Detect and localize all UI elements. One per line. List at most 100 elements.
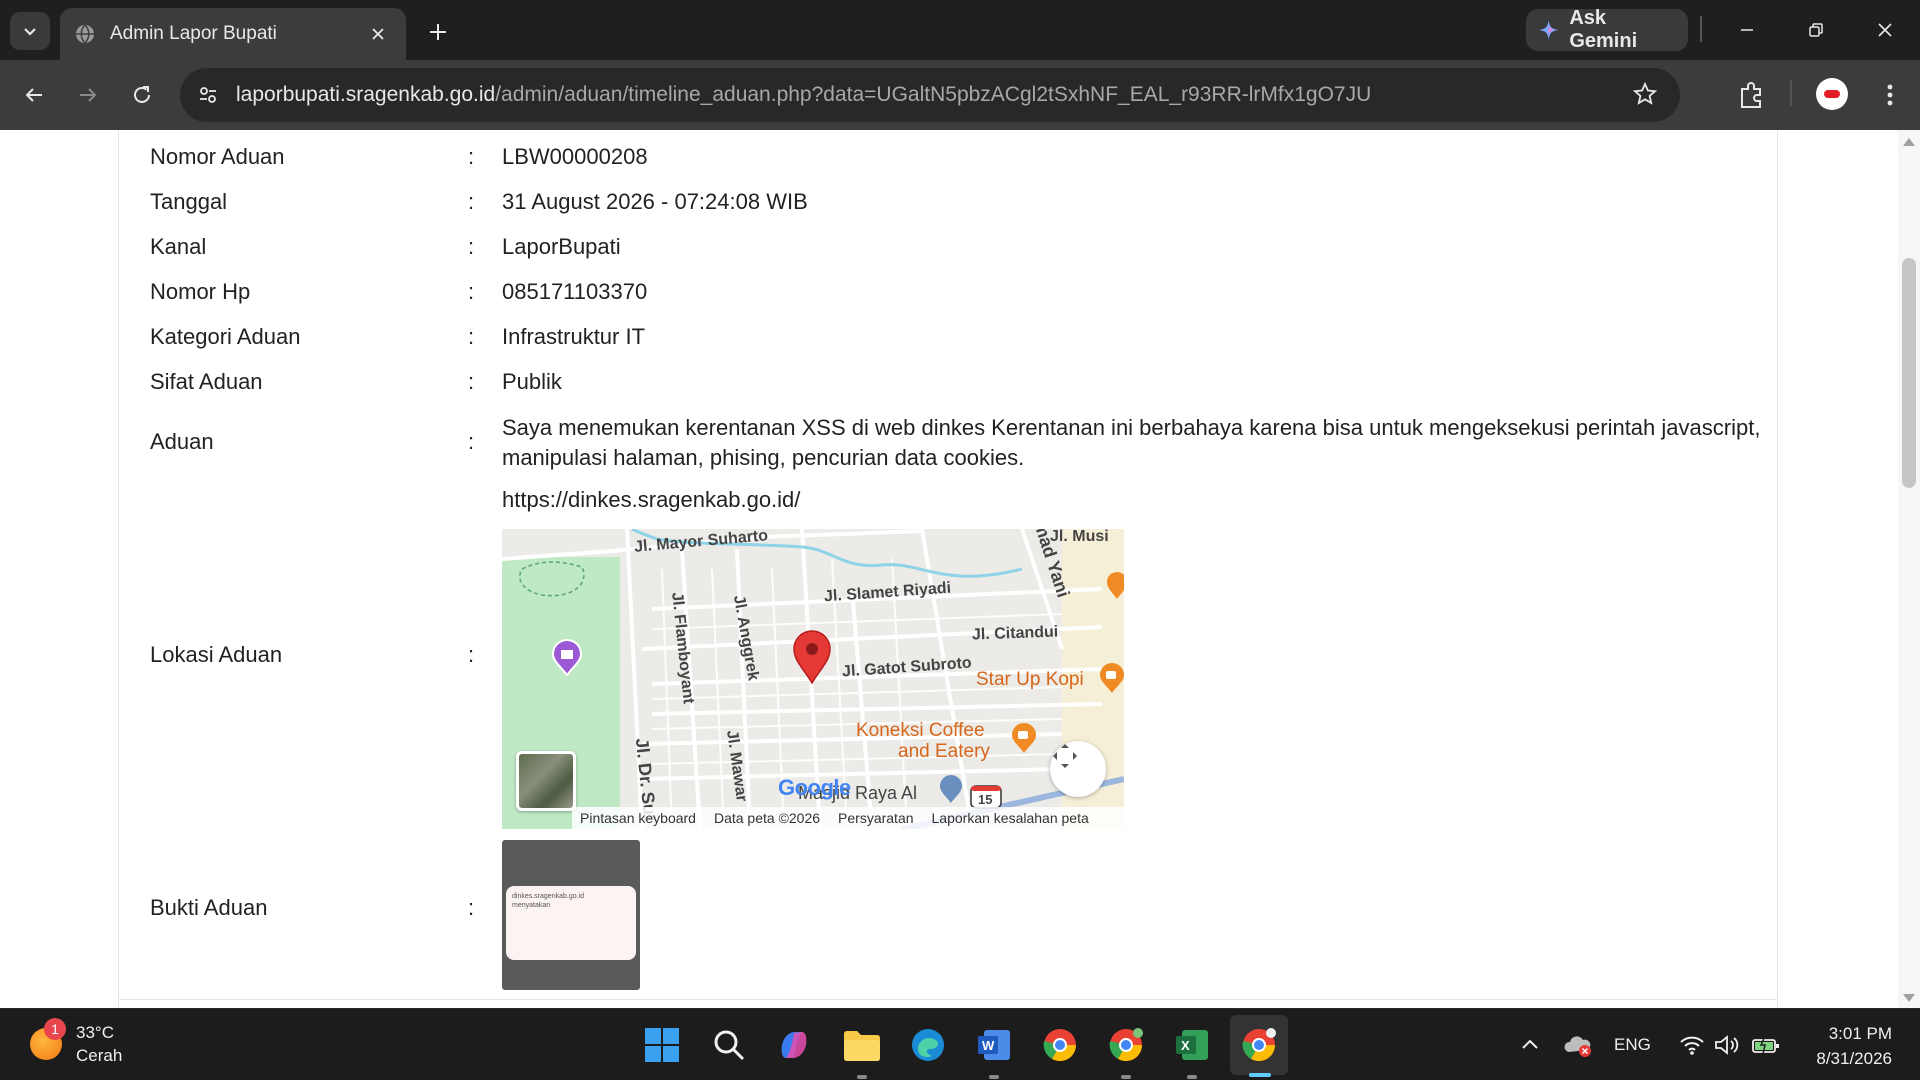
more-vertical-icon [1887,84,1893,106]
minimize-button[interactable] [1724,12,1770,48]
plus-icon [430,24,446,40]
field-label: Aduan [150,429,214,454]
word-button[interactable]: W [972,1023,1016,1067]
evidence-thumbnail[interactable]: dinkes.sragenkab.go.id menyatakan [502,840,640,990]
file-explorer-button[interactable] [840,1023,884,1067]
speaker-icon [1715,1035,1739,1055]
site-info-button[interactable] [180,84,236,106]
cafe-icon[interactable] [1010,723,1038,755]
complaint-link[interactable]: https://dinkes.sragenkab.go.id/ [502,487,800,513]
terms-link[interactable]: Persyaratan [838,810,913,826]
map-footer: Pintasan keyboard Data peta ©2026 Persya… [572,807,1124,829]
edge-button[interactable] [906,1023,950,1067]
location-map[interactable]: Jl. Mayor Suharto Jl. Musi mad Yani Jl. … [502,529,1124,829]
puzzle-icon [1741,82,1761,108]
chrome-profile-button[interactable] [1104,1023,1148,1067]
globe-icon [76,24,94,44]
chrome-button[interactable] [1038,1023,1082,1067]
excel-button[interactable]: X [1170,1023,1214,1067]
windows-taskbar: 1 33°C Cerah W X ENG 3:01 PM 8/31/2026 [0,1008,1920,1080]
cafe-icon[interactable] [1106,571,1124,601]
google-logo: Google [778,775,851,800]
search-button[interactable] [707,1023,751,1067]
chrome-active-button[interactable] [1237,1023,1281,1067]
sun-icon: 1 [30,1018,66,1060]
page-scrollbar[interactable] [1898,130,1920,1008]
route-number: 15 [978,792,993,807]
weather-widget[interactable]: 1 33°C Cerah [30,1018,122,1067]
weather-temperature: 33°C [76,1023,114,1042]
battery-button[interactable] [1744,1023,1788,1067]
field-label: Lokasi Aduan [150,642,283,667]
bookmark-button[interactable] [1632,81,1658,112]
url-text: laporbupati.sragenkab.go.id/admin/aduan/… [236,83,1371,107]
running-indicator [857,1075,867,1079]
evidence-alert-preview: dinkes.sragenkab.go.id menyatakan [506,886,636,960]
poi-label[interactable]: Star Up Kopi [976,669,1084,690]
field-colon: : [468,279,475,304]
reload-icon [134,86,150,103]
copilot-icon [781,1032,807,1058]
forward-button[interactable] [68,75,108,115]
complaint-text: Saya menemukan kerentanan XSS di web din… [502,415,1761,470]
fullscreen-icon [1053,744,1077,768]
field-colon: : [468,234,475,259]
word-icon: W [978,1030,1010,1060]
close-window-button[interactable] [1862,12,1908,48]
clock[interactable]: 3:01 PM 8/31/2026 [1800,1021,1892,1071]
cafe-icon[interactable] [1098,663,1124,695]
reload-button[interactable] [122,75,162,115]
field-colon: : [468,369,475,394]
language-indicator[interactable]: ENG [1614,1035,1651,1055]
onedrive-button[interactable] [1556,1023,1600,1067]
scroll-down-arrow[interactable] [1903,994,1915,1002]
browser-menu-button[interactable] [1870,75,1910,120]
field-colon: : [468,895,475,920]
new-tab-button[interactable] [420,14,456,50]
divider [1790,80,1792,106]
chrome-icon [1043,1029,1076,1062]
start-button[interactable] [640,1023,684,1067]
volume-button[interactable] [1704,1023,1748,1067]
mosque-icon[interactable] [938,775,964,805]
clock-time: 3:01 PM [1828,1024,1892,1043]
arrow-right-icon [80,88,97,102]
star-icon [1632,81,1658,105]
browser-tab[interactable]: Admin Lapor Bupati [60,8,406,60]
profile-avatar[interactable] [1816,78,1848,110]
keyboard-shortcuts-link[interactable]: Pintasan keyboard [580,810,696,826]
address-bar[interactable]: laporbupati.sragenkab.go.id/admin/aduan/… [180,68,1680,122]
location-pin-icon[interactable] [792,629,832,685]
satellite-view-toggle[interactable] [516,751,576,811]
ask-gemini-button[interactable]: Ask Gemini [1526,7,1688,52]
cloud-error-icon [1564,1036,1591,1057]
folder-icon [844,1031,880,1061]
windows-logo-icon [645,1028,679,1062]
scroll-thumb[interactable] [1902,258,1916,488]
report-map-error-link[interactable]: Laporkan kesalahan peta [932,810,1089,826]
landmark-pin-icon[interactable] [550,639,584,677]
back-button[interactable] [14,75,54,115]
evidence-text: menyatakan [512,902,551,909]
copilot-button[interactable] [772,1023,816,1067]
evidence-text: dinkes.sragenkab.go.id [512,893,584,900]
extensions-button[interactable] [1732,75,1772,120]
chevron-down-icon [24,28,36,36]
tab-close-button[interactable] [364,20,392,48]
fullscreen-button[interactable] [1050,741,1106,797]
excel-icon: X [1176,1030,1208,1060]
tab-search-button[interactable] [10,12,50,50]
field-label: Tanggal [150,189,228,214]
field-value: 085171103370 [502,279,648,304]
svg-text:W: W [982,1038,995,1053]
show-hidden-icons-button[interactable] [1508,1023,1552,1067]
poi-label[interactable]: and Eatery [898,741,990,762]
scroll-up-arrow[interactable] [1903,138,1915,146]
browser-tab-bar: Admin Lapor Bupati Ask Gemini [0,0,1920,60]
url-path: /admin/aduan/timeline_aduan.php?data=UGa… [495,83,1372,106]
browser-toolbar: laporbupati.sragenkab.go.id/admin/aduan/… [0,60,1920,130]
restore-button[interactable] [1793,12,1839,48]
field-colon: : [468,642,475,667]
svg-text:X: X [1181,1038,1190,1053]
poi-label[interactable]: Koneksi Coffee [856,720,985,741]
